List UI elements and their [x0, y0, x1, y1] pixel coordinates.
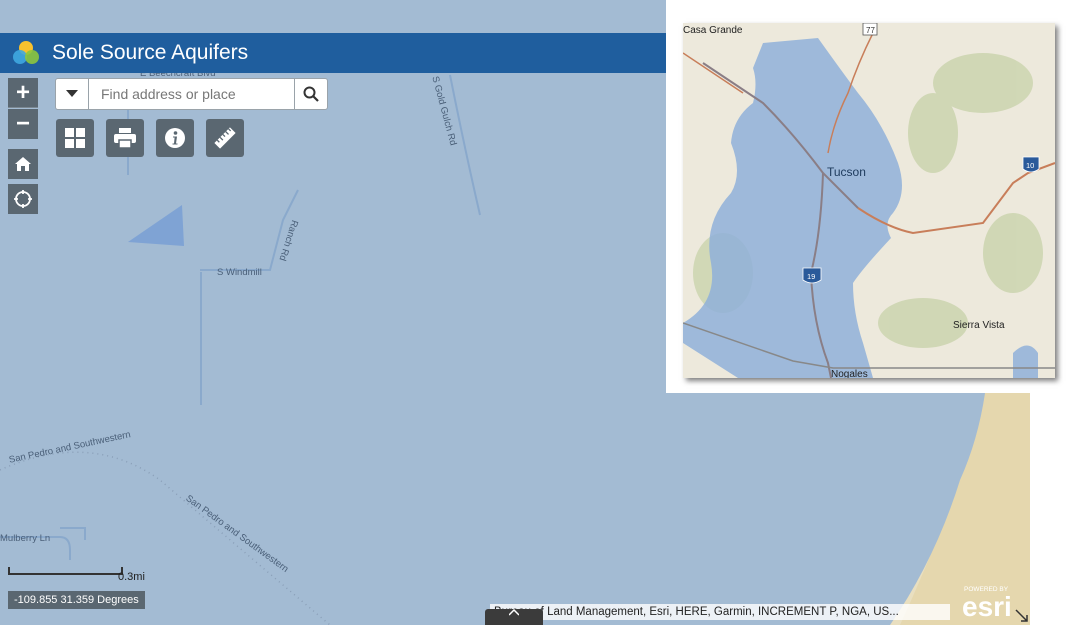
zoom-in-button[interactable]: +	[8, 78, 38, 108]
search-source-dropdown[interactable]	[56, 79, 89, 109]
attribution-text[interactable]: Bureau of Land Management, Esri, HERE, G…	[490, 604, 950, 620]
chevron-up-icon	[509, 609, 519, 616]
aquifer-boundary	[1013, 345, 1038, 378]
esri-logo: POWERED BY esri	[960, 583, 1022, 623]
shield-10-label: 10	[1026, 161, 1034, 170]
home-icon	[15, 157, 31, 171]
search-input[interactable]	[89, 79, 294, 109]
place-casa-grande: Casa Grande	[683, 25, 743, 36]
locate-icon	[14, 190, 32, 208]
ruler-icon	[214, 127, 236, 149]
measure-button[interactable]	[206, 119, 244, 157]
print-button[interactable]	[106, 119, 144, 157]
app-logo	[12, 39, 40, 67]
app-header: Sole Source Aquifers	[0, 33, 666, 73]
about-button[interactable]	[156, 119, 194, 157]
place-nogales: Nogales	[831, 369, 868, 378]
print-icon	[114, 128, 136, 148]
place-tucson: Tucson	[827, 165, 866, 179]
resize-icon[interactable]	[1015, 609, 1029, 628]
locate-button[interactable]	[8, 184, 38, 214]
search-widget	[55, 78, 328, 110]
app-title: Sole Source Aquifers	[52, 41, 249, 64]
zoom-out-button[interactable]: −	[8, 109, 38, 139]
road-label: Mulberry Ln	[0, 533, 51, 544]
basemap-gallery-button[interactable]	[56, 119, 94, 157]
shield-77-label: 77	[866, 26, 875, 35]
overview-map[interactable]: 77 10 19 Casa Grande Tucson Sierra Vista…	[683, 23, 1055, 378]
overview-canvas: 77 10 19 Casa Grande Tucson Sierra Vista…	[683, 23, 1055, 378]
grid-icon	[65, 128, 85, 148]
coordinate-readout: -109.855 31.359 Degrees	[8, 591, 145, 609]
scale-label: 0.3mi	[118, 571, 145, 583]
home-button[interactable]	[8, 149, 38, 179]
place-sierra-vista: Sierra Vista	[953, 320, 1005, 331]
search-icon	[303, 86, 319, 102]
search-button[interactable]	[294, 79, 327, 109]
esri-logo-wordmark: esri	[962, 591, 1012, 622]
scale-bar	[8, 567, 123, 575]
attribution-toggle[interactable]	[485, 609, 543, 625]
road-label: S Windmill	[217, 267, 262, 278]
shield-19-label: 19	[807, 272, 815, 281]
chevron-down-icon	[66, 90, 78, 97]
info-icon	[165, 128, 185, 148]
